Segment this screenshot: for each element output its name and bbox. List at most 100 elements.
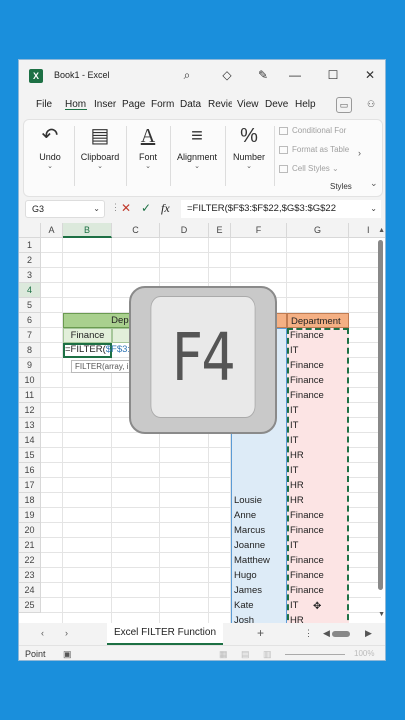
add-sheet-icon[interactable]: +: [257, 626, 264, 640]
tab-insert[interactable]: Inser: [94, 99, 117, 110]
column-header[interactable]: D: [160, 223, 209, 238]
select-all-corner[interactable]: [19, 223, 41, 238]
row-header[interactable]: 21: [19, 538, 41, 553]
alignment-group[interactable]: ≡ Alignment ⌄: [172, 122, 222, 170]
department-cell[interactable]: Finance: [63, 328, 112, 343]
column-header[interactable]: C: [112, 223, 160, 238]
tab-review[interactable]: Revie: [208, 99, 232, 110]
row-header[interactable]: 1: [19, 238, 41, 253]
row-header[interactable]: 7: [19, 328, 41, 343]
zoom-slider[interactable]: [285, 654, 345, 655]
normal-view-icon[interactable]: ▦: [219, 649, 228, 660]
number-group[interactable]: % Number ⌄: [227, 122, 271, 170]
scroll-right-icon[interactable]: ▶: [365, 628, 372, 639]
column-header[interactable]: G: [287, 223, 349, 238]
confirm-icon[interactable]: ✓: [141, 201, 151, 215]
row-header[interactable]: 13: [19, 418, 41, 433]
row-header[interactable]: 22: [19, 553, 41, 568]
more-icon: ⋮: [111, 202, 120, 212]
tab-data[interactable]: Data: [180, 99, 202, 110]
accessibility-icon[interactable]: ▣: [63, 649, 72, 660]
tab-formulas[interactable]: Form: [151, 99, 175, 110]
row-header[interactable]: 4: [19, 283, 41, 298]
vertical-scrollbar[interactable]: [378, 240, 383, 590]
row-header[interactable]: 5: [19, 298, 41, 313]
collapse-ribbon-icon[interactable]: ⌄: [370, 178, 378, 189]
row-header[interactable]: 10: [19, 373, 41, 388]
format-as-table-button[interactable]: Format as Table: [279, 145, 349, 154]
divider: [225, 126, 226, 186]
tab-developer[interactable]: Deve: [265, 99, 289, 110]
column-header[interactable]: F: [231, 223, 287, 238]
zoom-level[interactable]: 100%: [354, 649, 374, 658]
pen-icon[interactable]: ✎: [255, 68, 271, 82]
share-icon[interactable]: ⚇: [363, 97, 379, 113]
tab-help[interactable]: Help: [295, 99, 319, 110]
chevron-down-icon: ⌄: [370, 204, 377, 213]
name-box[interactable]: G3 ⌄: [25, 200, 105, 218]
page-break-view-icon[interactable]: ▥: [263, 649, 272, 660]
conditional-formatting-button[interactable]: Conditional For: [279, 126, 346, 135]
page-layout-view-icon[interactable]: ▤: [241, 649, 250, 660]
column-header[interactable]: E: [209, 223, 231, 238]
row-header[interactable]: 15: [19, 448, 41, 463]
row-header[interactable]: 9: [19, 358, 41, 373]
horizontal-scrollbar[interactable]: [332, 631, 350, 637]
row-header[interactable]: 19: [19, 508, 41, 523]
row-header[interactable]: 11: [19, 388, 41, 403]
row-header[interactable]: 25: [19, 598, 41, 613]
diamond-icon[interactable]: ◇: [219, 68, 235, 82]
row-header[interactable]: 24: [19, 583, 41, 598]
row-header[interactable]: 8: [19, 343, 41, 358]
column-header[interactable]: B: [63, 223, 112, 238]
clipboard-group[interactable]: ▤ Clipboard ⌄: [77, 122, 123, 170]
comments-icon[interactable]: ▭: [336, 97, 352, 113]
include-range-highlight: [287, 328, 349, 623]
row-header[interactable]: 20: [19, 523, 41, 538]
tab-file[interactable]: File: [36, 99, 54, 110]
row-header[interactable]: 2: [19, 253, 41, 268]
maximize-button[interactable]: ☐: [325, 68, 341, 82]
status-bar: Point ▣ ▦ ▤ ▥ 100%: [19, 645, 385, 660]
row-header[interactable]: 17: [19, 478, 41, 493]
window-title: Book1 - Excel: [54, 70, 110, 80]
row-header[interactable]: 14: [19, 433, 41, 448]
font-group[interactable]: A Font ⌄: [128, 122, 168, 170]
row-header[interactable]: 18: [19, 493, 41, 508]
chevron-down-icon: ⌄: [246, 163, 252, 170]
tab-view[interactable]: View: [237, 99, 259, 110]
formula-prefix: =FILTER(: [65, 344, 106, 355]
row-header[interactable]: 16: [19, 463, 41, 478]
row-header[interactable]: 6: [19, 313, 41, 328]
row-header[interactable]: 23: [19, 568, 41, 583]
scroll-up-icon[interactable]: ▲: [378, 227, 385, 234]
table-cell[interactable]: Department: [287, 313, 349, 328]
prev-sheet-icon[interactable]: ‹: [41, 628, 44, 638]
column-header[interactable]: A: [41, 223, 63, 238]
row-header[interactable]: 3: [19, 268, 41, 283]
cell-styles-button[interactable]: Cell Styles ⌄: [279, 164, 339, 173]
undo-group[interactable]: ↶ Undo ⌄: [30, 122, 70, 170]
function-tooltip[interactable]: FILTER(array, i: [71, 360, 133, 373]
chevron-right-icon[interactable]: ›: [358, 148, 361, 158]
cell-styles-label: Cell Styles: [292, 164, 330, 173]
minimize-button[interactable]: —: [287, 68, 303, 82]
chevron-down-icon: ⌄: [97, 163, 103, 170]
more-icon[interactable]: ⋮: [304, 628, 313, 639]
conditional-formatting-icon: [279, 126, 288, 135]
chevron-down-icon: ⌄: [93, 204, 100, 213]
tab-home[interactable]: Hom: [65, 99, 87, 110]
cancel-icon[interactable]: ✕: [121, 201, 131, 215]
close-button[interactable]: ✕: [362, 68, 378, 82]
insert-function-icon[interactable]: fx: [161, 201, 170, 216]
scroll-down-icon[interactable]: ▼: [378, 611, 385, 618]
sheet-tab-bar: ‹ › Excel FILTER Function + ⋮ ◀ ▶: [19, 623, 385, 645]
alignment-label: Alignment: [176, 152, 218, 162]
search-icon[interactable]: ⌕: [179, 68, 195, 83]
row-header[interactable]: 12: [19, 403, 41, 418]
tab-page-layout[interactable]: Page: [122, 99, 146, 110]
scroll-left-icon[interactable]: ◀: [323, 628, 330, 639]
formula-input[interactable]: =FILTER($F$3:$F$22,$G$3:$G$22 ⌄: [181, 200, 381, 218]
next-sheet-icon[interactable]: ›: [65, 628, 68, 638]
sheet-tab[interactable]: Excel FILTER Function: [107, 623, 223, 645]
